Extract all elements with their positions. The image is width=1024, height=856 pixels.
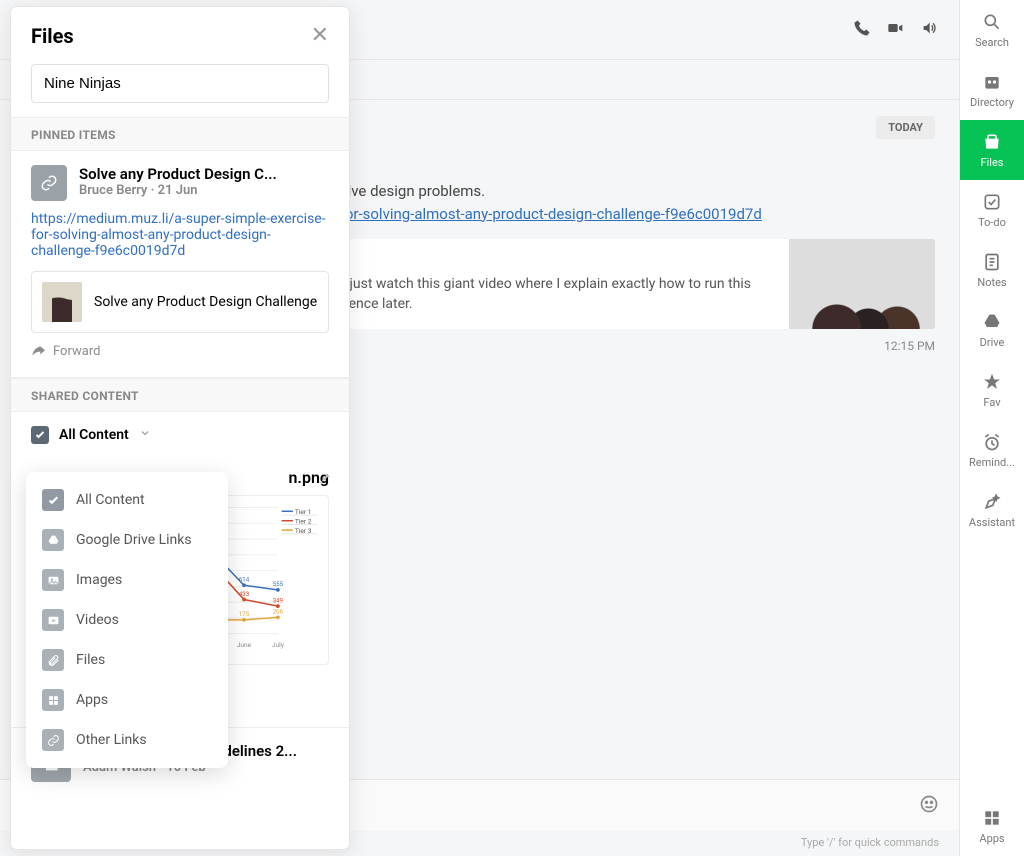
dropdown-item-label: Google Drive Links bbox=[76, 532, 192, 548]
card-title: Solve any Product Design Challenge bbox=[94, 293, 317, 311]
image-icon bbox=[42, 569, 64, 591]
dropdown-item-label: Other Links bbox=[76, 732, 147, 748]
play-icon bbox=[42, 609, 64, 631]
rail-notes[interactable]: Notes bbox=[960, 240, 1024, 300]
pinned-section-heading: PINNED ITEMS bbox=[11, 117, 349, 151]
date-pill: TODAY bbox=[876, 116, 935, 139]
rail-search[interactable]: Search bbox=[960, 0, 1024, 60]
dropdown-item-label: All Content bbox=[76, 492, 145, 508]
files-search-input[interactable] bbox=[31, 64, 329, 103]
dropdown-item-label: Apps bbox=[76, 692, 108, 708]
grid-icon bbox=[42, 689, 64, 711]
dropdown-item-label: Files bbox=[76, 652, 105, 668]
dropdown-item-label: Videos bbox=[76, 612, 119, 628]
card-thumbnail bbox=[789, 239, 935, 329]
dropdown-item[interactable]: Apps bbox=[26, 680, 228, 720]
shared-section-heading: SHARED CONTENT bbox=[11, 378, 349, 412]
video-icon[interactable] bbox=[885, 20, 905, 40]
rail-files[interactable]: Files bbox=[960, 120, 1024, 180]
close-icon[interactable]: ✕ bbox=[311, 23, 329, 48]
rail-fav[interactable]: Fav bbox=[960, 360, 1024, 420]
card-thumbnail bbox=[42, 282, 82, 322]
svg-text:175: 175 bbox=[239, 611, 250, 618]
emoji-icon[interactable] bbox=[919, 794, 939, 818]
pinned-item[interactable]: Solve any Product Design C... Bruce Berr… bbox=[11, 151, 349, 378]
svg-text:349: 349 bbox=[273, 597, 284, 604]
paperclip-icon bbox=[42, 649, 64, 671]
pinned-preview-card[interactable]: Solve any Product Design Challenge bbox=[31, 271, 329, 333]
pinned-url[interactable]: https://medium.muz.li/a-super-simple-exe… bbox=[31, 211, 329, 259]
message-time: 12:15 PM bbox=[884, 339, 935, 353]
check-icon bbox=[42, 489, 64, 511]
pinned-title: Solve any Product Design C... bbox=[79, 165, 329, 183]
call-icon[interactable] bbox=[853, 19, 871, 41]
rail-directory[interactable]: Directory bbox=[960, 60, 1024, 120]
svg-text:June: June bbox=[237, 641, 252, 649]
rail-todo[interactable]: To-do bbox=[960, 180, 1024, 240]
dropdown-item[interactable]: Google Drive Links bbox=[26, 520, 228, 560]
link-icon bbox=[31, 165, 67, 201]
forward-button[interactable]: Forward bbox=[31, 343, 100, 359]
files-panel-title: Files bbox=[31, 24, 74, 48]
dropdown-item[interactable]: All Content bbox=[26, 480, 228, 520]
rail-reminders[interactable]: Remind... bbox=[960, 420, 1024, 480]
dropdown-item[interactable]: Other Links bbox=[26, 720, 228, 760]
svg-text:July: July bbox=[272, 641, 285, 649]
link-icon bbox=[42, 729, 64, 751]
volume-icon[interactable] bbox=[919, 20, 939, 40]
dropdown-item[interactable]: Videos bbox=[26, 600, 228, 640]
dropdown-item-label: Images bbox=[76, 572, 122, 588]
svg-text:206: 206 bbox=[273, 609, 284, 616]
right-rail: Search Directory Files To-do Notes Drive… bbox=[959, 0, 1024, 856]
content-type-dropdown: All Content Google Drive Links Images Video… bbox=[26, 472, 228, 768]
chevron-down-icon bbox=[139, 427, 151, 443]
pin-icon[interactable] bbox=[317, 470, 331, 489]
svg-text:555: 555 bbox=[273, 581, 284, 588]
svg-text:614: 614 bbox=[239, 576, 250, 583]
dropdown-item[interactable]: Images bbox=[26, 560, 228, 600]
rail-apps[interactable]: Apps bbox=[960, 796, 1024, 856]
drive-icon bbox=[42, 529, 64, 551]
svg-text:433: 433 bbox=[239, 591, 250, 598]
checkbox-icon bbox=[31, 426, 49, 444]
rail-drive[interactable]: Drive bbox=[960, 300, 1024, 360]
content-type-filter[interactable]: All Content bbox=[11, 412, 349, 454]
dropdown-item[interactable]: Files bbox=[26, 640, 228, 680]
composer-hint: Type '/' for quick commands bbox=[801, 836, 939, 849]
pinned-meta: Bruce Berry · 21 Jun bbox=[79, 183, 329, 198]
rail-assistant[interactable]: Assistant bbox=[960, 480, 1024, 540]
